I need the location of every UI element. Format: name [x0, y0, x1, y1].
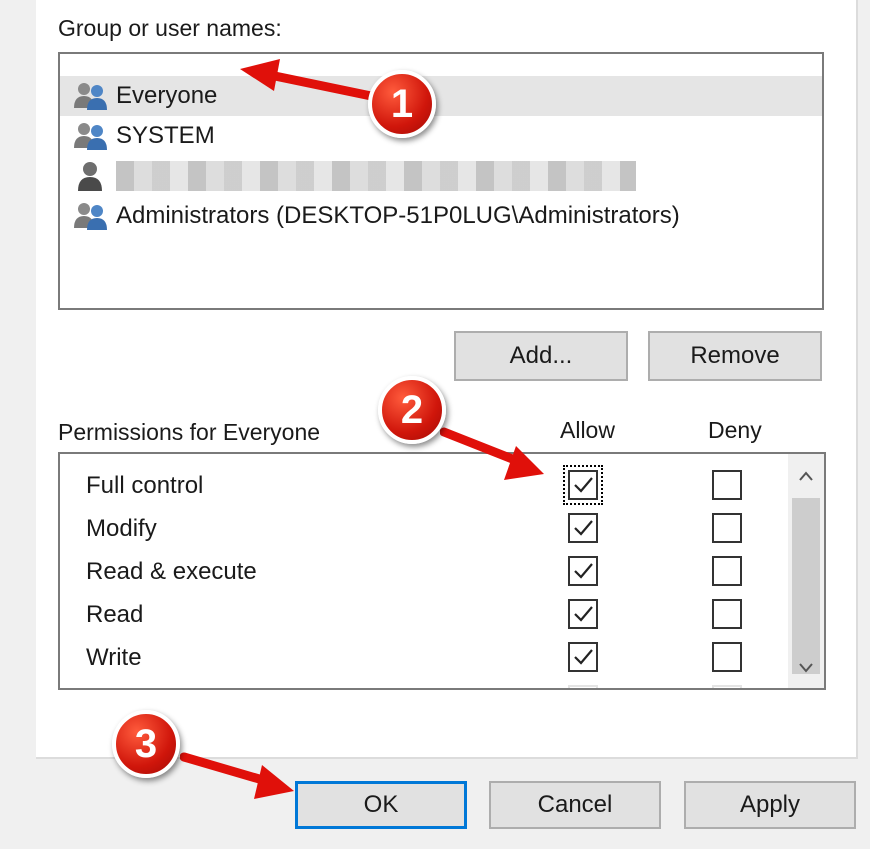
checkmark-icon [574, 477, 593, 493]
scroll-up-icon[interactable] [788, 458, 824, 494]
checkmark-icon [574, 563, 593, 579]
permissions-list: Full control Modify Read & execute Read … [58, 452, 826, 690]
permission-row-write: Write [60, 636, 786, 680]
deny-checkbox-partial [712, 685, 742, 688]
step-1-badge: 1 [368, 70, 436, 138]
scroll-down-icon[interactable] [788, 650, 824, 686]
cancel-button[interactable]: Cancel [489, 781, 661, 829]
user-icon [78, 162, 102, 191]
permission-row-modify: Modify [60, 507, 786, 551]
deny-checkbox-full-control[interactable] [712, 470, 742, 500]
scroll-thumb[interactable] [792, 498, 820, 674]
group-icon [74, 123, 107, 150]
allow-checkbox-partial [568, 685, 598, 688]
allow-checkbox-read[interactable] [568, 599, 598, 629]
allow-checkbox-full-control[interactable] [563, 465, 603, 505]
deny-checkbox-read[interactable] [712, 599, 742, 629]
user-name: Administrators (DESKTOP-51P0LUG\Administ… [116, 202, 680, 229]
add-button[interactable]: Add... [454, 331, 628, 381]
group-names-label: Group or user names: [58, 15, 282, 41]
user-item-administrators[interactable]: Administrators (DESKTOP-51P0LUG\Administ… [60, 196, 822, 236]
deny-checkbox-read-execute[interactable] [712, 556, 742, 586]
user-name: Everyone [116, 82, 218, 109]
group-user-list[interactable]: Everyone SYSTEM Administrators (DESKTOP-… [58, 52, 824, 310]
step-3-badge: 3 [112, 710, 180, 778]
deny-column-header: Deny [708, 417, 762, 443]
deny-checkbox-modify[interactable] [712, 513, 742, 543]
deny-checkbox-write[interactable] [712, 642, 742, 672]
allow-checkbox-read-execute[interactable] [568, 556, 598, 586]
permission-row-read-execute: Read & execute [60, 550, 786, 594]
allow-checkbox-modify[interactable] [568, 513, 598, 543]
permission-name: Full control [86, 472, 204, 499]
redacted-user-name [116, 161, 636, 191]
allow-column-header: Allow [560, 417, 615, 443]
ok-button[interactable]: OK [295, 781, 467, 829]
permission-row-partial [60, 679, 786, 688]
user-item-everyone[interactable]: Everyone [60, 76, 822, 116]
permission-row-full-control: Full control [60, 464, 786, 508]
checkmark-icon [574, 649, 593, 665]
permission-name: Modify [86, 515, 157, 542]
permission-row-read: Read [60, 593, 786, 637]
checkmark-icon [574, 606, 593, 622]
checkmark-icon [574, 520, 593, 536]
step-2-badge: 2 [378, 376, 446, 444]
apply-button[interactable]: Apply [684, 781, 856, 829]
user-name: SYSTEM [116, 122, 215, 149]
user-item-system[interactable]: SYSTEM [60, 116, 822, 156]
permissions-label: Permissions for Everyone [58, 419, 321, 445]
user-item-redacted[interactable] [60, 156, 822, 196]
permission-name: Write [86, 644, 142, 671]
remove-button[interactable]: Remove [648, 331, 822, 381]
permissions-scrollbar[interactable] [788, 454, 824, 688]
group-icon [74, 83, 107, 110]
group-icon [74, 203, 107, 230]
permission-name: Read & execute [86, 558, 257, 585]
allow-checkbox-write[interactable] [568, 642, 598, 672]
permission-name: Read [86, 601, 144, 628]
